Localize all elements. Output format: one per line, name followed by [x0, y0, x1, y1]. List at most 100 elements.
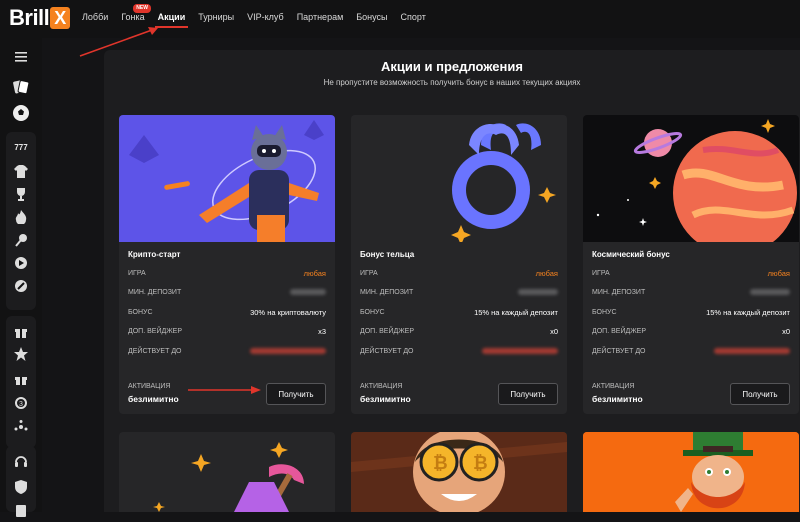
row-min-deposit: МИН. ДЕПОЗИТ: [360, 283, 558, 301]
nav-partners[interactable]: Партнерам: [297, 0, 344, 38]
logo-text: Brill: [9, 5, 50, 30]
svg-text:₿: ₿: [433, 453, 448, 473]
sidebar: 777 3: [0, 38, 42, 517]
label-game: ИГРА: [592, 269, 610, 277]
label-bonus: БОНУС: [592, 308, 617, 316]
row-bonus: БОНУС 15% на каждый депозит: [360, 303, 558, 321]
trophy-icon[interactable]: [8, 183, 34, 205]
get-bonus-button[interactable]: Получить: [498, 383, 558, 405]
burst-icon[interactable]: [8, 416, 34, 438]
activation-value: безлимитно: [360, 394, 411, 404]
row-valid-until: ДЕЙСТВУЕТ ДО: [360, 342, 558, 360]
promo-card-taurus: Бонус тельца ИГРА любая МИН. ДЕПОЗИТ БОНУ…: [351, 115, 567, 414]
leprechaun-promo-image: [583, 432, 799, 512]
promo-card-bitcoin: ₿ ₿: [351, 432, 567, 512]
label-wager: ДОП. ВЕЙДЖЕР: [128, 327, 183, 335]
jersey-icon[interactable]: [8, 160, 34, 182]
new-badge: NEW: [133, 4, 151, 13]
main-nav: Лобби NEW Гонка Акции Турниры VIP-клуб Па…: [82, 0, 439, 38]
row-wager: ДОП. ВЕЙДЖЕР x3: [128, 322, 326, 340]
fire-icon[interactable]: [8, 206, 34, 228]
value-wager: x3: [318, 326, 326, 336]
bitcoin-promo-image: ₿ ₿: [351, 432, 567, 512]
svg-text:3: 3: [19, 401, 23, 408]
nav-race[interactable]: NEW Гонка: [121, 0, 151, 38]
nav-promotions[interactable]: Акции: [154, 0, 188, 38]
top-bar: Brill X Лобби NEW Гонка Акции Турниры VIP-…: [0, 0, 800, 38]
card-title: Бонус тельца: [360, 250, 415, 259]
nav-lobby[interactable]: Лобби: [82, 0, 108, 38]
activation-label: АКТИВАЦИЯ: [128, 383, 171, 390]
label-wager: ДОП. ВЕЙДЖЕР: [360, 327, 415, 335]
activation-value: безлимитно: [592, 394, 643, 404]
activation-label: АКТИВАЦИЯ: [592, 383, 635, 390]
activation-value: безлимитно: [128, 394, 179, 404]
gift-icon[interactable]: [8, 320, 34, 342]
label-min-deposit: МИН. ДЕПОЗИТ: [360, 288, 414, 296]
label-bonus: БОНУС: [128, 308, 153, 316]
label-game: ИГРА: [360, 269, 378, 277]
nav-sport[interactable]: Спорт: [401, 0, 426, 38]
live-icon[interactable]: [8, 252, 34, 274]
promo-card-cosmic: Космический бонус ИГРА любая МИН. ДЕПОЗИТ…: [583, 115, 799, 414]
page-subtitle: Не пропустите возможность получить бонус…: [323, 78, 581, 87]
svg-text:₿: ₿: [473, 453, 488, 473]
nav-sport-label: Спорт: [400, 12, 426, 22]
get-bonus-button[interactable]: Получить: [266, 383, 326, 405]
soccer-ball-icon[interactable]: [8, 102, 34, 124]
nav-tournaments-label: Турниры: [198, 12, 235, 22]
spin-icon[interactable]: 3: [8, 392, 34, 414]
page-title: Акции и предложения: [381, 59, 523, 74]
row-game: ИГРА любая: [592, 264, 790, 282]
menu-icon[interactable]: [8, 46, 34, 68]
nav-vip-club[interactable]: VIP-клуб: [247, 0, 284, 38]
label-bonus: БОНУС: [360, 308, 385, 316]
headset-icon[interactable]: [8, 450, 34, 472]
rocket-icon[interactable]: [8, 275, 34, 297]
value-game: любая: [767, 268, 790, 278]
promo-card-leprechaun: [583, 432, 799, 512]
star-icon[interactable]: [8, 343, 34, 365]
row-game: ИГРА любая: [128, 264, 326, 282]
row-valid-until: ДЕЙСТВУЕТ ДО: [592, 342, 790, 360]
value-wager: x0: [782, 326, 790, 336]
get-bonus-button[interactable]: Получить: [730, 383, 790, 405]
label-game: ИГРА: [128, 269, 146, 277]
card-title: Крипто-старт: [128, 250, 181, 259]
value-valid-until-blurred: [250, 348, 326, 354]
taurus-promo-image: [351, 115, 567, 242]
activation-label: АКТИВАЦИЯ: [360, 383, 403, 390]
label-wager: ДОП. ВЕЙДЖЕР: [592, 327, 647, 335]
pin-icon[interactable]: [8, 229, 34, 251]
document-icon[interactable]: [8, 500, 34, 522]
gift-small-icon[interactable]: [8, 368, 34, 390]
row-wager: ДОП. ВЕЙДЖЕР x0: [360, 322, 558, 340]
gem-promo-image: [153, 442, 304, 512]
row-bonus: БОНУС 15% на каждый депозит: [592, 303, 790, 321]
logo-x: X: [50, 7, 71, 29]
nav-bonuses[interactable]: Бонусы: [356, 0, 387, 38]
value-game: любая: [535, 268, 558, 278]
crypto-promo-image: [119, 115, 335, 242]
shield-icon[interactable]: [8, 476, 34, 498]
cards-icon[interactable]: [8, 76, 34, 98]
nav-bonuses-label: Бонусы: [356, 12, 388, 22]
value-bonus: 15% на каждый депозит: [474, 307, 558, 317]
row-min-deposit: МИН. ДЕПОЗИТ: [128, 283, 326, 301]
row-game: ИГРА любая: [360, 264, 558, 282]
nav-tournaments[interactable]: Турниры: [198, 0, 234, 38]
label-valid-until: ДЕЙСТВУЕТ ДО: [592, 347, 646, 355]
row-min-deposit: МИН. ДЕПОЗИТ: [592, 283, 790, 301]
cosmic-promo-image: [583, 115, 799, 242]
brand-logo[interactable]: Brill X: [9, 5, 71, 30]
nav-promotions-label: Акции: [157, 12, 186, 22]
value-valid-until-blurred: [482, 348, 558, 354]
card-title: Космический бонус: [592, 250, 670, 259]
777-icon[interactable]: 777: [8, 136, 34, 158]
value-wager: x0: [550, 326, 558, 336]
row-bonus: БОНУС 30% на криптовалюту: [128, 303, 326, 321]
label-min-deposit: МИН. ДЕПОЗИТ: [128, 288, 182, 296]
value-min-deposit-blurred: [750, 289, 790, 295]
promo-card-gem: [119, 432, 335, 512]
nav-vip-label: VIP-клуб: [247, 12, 284, 22]
